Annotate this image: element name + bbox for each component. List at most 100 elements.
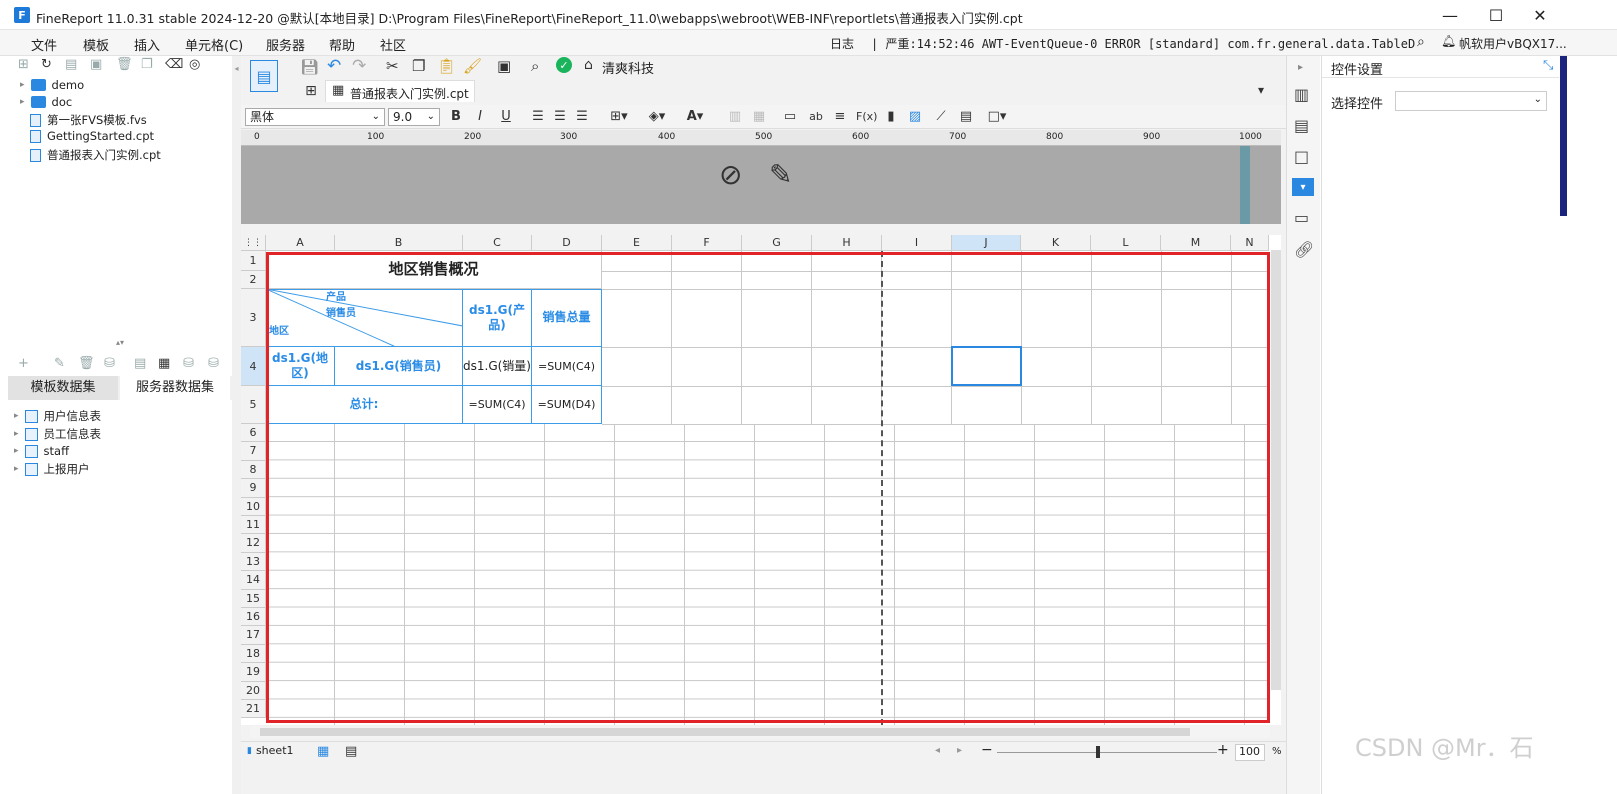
edit-header-icon[interactable]: ✎ (769, 158, 792, 191)
tab-menu-icon[interactable]: ▾ (1258, 83, 1264, 97)
column-header[interactable]: J (952, 235, 1021, 251)
cut-icon[interactable]: ✂ (386, 57, 399, 75)
close-button[interactable]: ✕ (1517, 0, 1563, 30)
add-dataset-icon[interactable]: + (18, 356, 32, 371)
hyperlink-icon[interactable]: 🔗︎ (1294, 240, 1314, 259)
row-header[interactable]: 6 (241, 424, 266, 443)
preview-icon[interactable]: ▣ (497, 57, 511, 75)
menu-community[interactable]: 社区 (380, 35, 406, 54)
maximize-button[interactable]: ☐ (1473, 0, 1519, 30)
edit-dataset-icon[interactable]: ✎ (54, 356, 68, 371)
row-header[interactable]: 4 (241, 347, 266, 386)
brand-icon[interactable]: ⌂ (584, 57, 593, 73)
column-header[interactable]: A (266, 235, 335, 251)
delete-dataset-icon[interactable]: 🗑︎ (78, 356, 95, 371)
refresh-icon[interactable]: ↻ (41, 57, 55, 72)
row-header[interactable]: 17 (241, 626, 266, 645)
row-header[interactable]: 9 (241, 479, 266, 498)
row-header[interactable]: 21 (241, 700, 266, 719)
row-header[interactable]: 10 (241, 497, 266, 516)
column-header[interactable]: F (672, 235, 742, 251)
select-widget-dropdown[interactable]: ⌄ (1395, 91, 1547, 111)
tree-item-report[interactable]: 普通报表入门实例.cpt (30, 147, 161, 163)
align-right-icon[interactable]: ☰ (574, 108, 590, 126)
insert-slash-icon[interactable]: ⟋ (933, 108, 949, 126)
copy-icon[interactable]: ❐ (141, 57, 155, 72)
dataset-item-staff[interactable]: ▸ staff (14, 444, 69, 458)
cell-element-icon[interactable]: ▥ (1294, 85, 1309, 104)
row-header[interactable]: 20 (241, 681, 266, 700)
menu-server[interactable]: 服务器 (266, 35, 305, 54)
insert-image-icon[interactable]: ▨ (907, 108, 923, 126)
user-name[interactable]: 帆软用户vBQX17... (1459, 35, 1567, 52)
row-header[interactable]: 13 (241, 552, 266, 572)
tree-item-fvs[interactable]: 第一张FVS模板.fvs (30, 112, 147, 128)
new-folder-icon[interactable]: ⊞ (18, 57, 32, 72)
dataset-item-report-users[interactable]: ▸ 上报用户 (14, 461, 90, 477)
select-all-corner[interactable]: ⋮⋮ (241, 235, 266, 251)
zoom-input[interactable]: 100 (1235, 744, 1265, 761)
database-icon[interactable]: ⛁ (104, 356, 118, 371)
zoom-in-button[interactable]: + (1217, 742, 1229, 758)
tree-item-demo[interactable]: ▸ demo (20, 78, 84, 92)
template-icon[interactable]: ▤ (250, 60, 278, 92)
copy-icon[interactable]: ❐ (412, 57, 425, 75)
horizontal-scrollbar[interactable] (250, 726, 1270, 738)
grid-icon[interactable]: ⊞ (300, 81, 322, 101)
next-page-icon[interactable]: ▸ (957, 745, 962, 756)
vertical-scrollbar[interactable] (1271, 250, 1281, 690)
column-header[interactable]: N (1231, 235, 1269, 251)
row-header[interactable]: 11 (241, 516, 266, 535)
border-icon[interactable]: ⊞▾ (605, 108, 633, 126)
expand-right-icon[interactable]: ▸ (1298, 62, 1303, 73)
save-icon[interactable]: 💾︎ (300, 58, 319, 76)
undo-icon[interactable]: ↶ (327, 56, 341, 76)
align-center-icon[interactable]: ☰ (552, 108, 568, 126)
delete-icon[interactable]: 🗑︎ (116, 57, 133, 72)
tree-item-doc[interactable]: ▸ doc (20, 95, 72, 109)
column-header[interactable]: B (335, 235, 463, 251)
menu-help[interactable]: 帮助 (329, 35, 355, 54)
dataset-item-users[interactable]: ▸ 用户信息表 (14, 408, 101, 424)
format-painter-icon[interactable]: 🖌︎ (463, 57, 482, 75)
locate-icon[interactable]: ◎ (189, 57, 203, 72)
column-header[interactable]: D (532, 235, 602, 251)
menu-insert[interactable]: 插入 (134, 35, 160, 54)
sheet-tab[interactable]: ▮ sheet1 (247, 744, 294, 757)
prev-page-icon[interactable]: ◂ (935, 745, 940, 756)
collapse-left-handle[interactable]: ◂ (232, 56, 241, 794)
hide-header-icon[interactable]: ⊘ (719, 158, 742, 191)
column-header[interactable]: G (742, 235, 812, 251)
row-header[interactable]: 8 (241, 460, 266, 480)
paste-icon[interactable]: 📋︎ (437, 57, 456, 75)
server-dataset-icon[interactable]: ⛁ (183, 356, 197, 371)
row-header[interactable]: 15 (241, 589, 266, 608)
zoom-slider-thumb[interactable] (1096, 746, 1100, 758)
font-color-icon[interactable]: A▾ (681, 108, 709, 126)
unmerge-icon[interactable]: ▦ (751, 108, 767, 126)
column-header[interactable]: E (602, 235, 672, 251)
column-header[interactable]: I (882, 235, 952, 251)
row-header[interactable]: 18 (241, 644, 266, 664)
add-poly-sheet-icon[interactable]: ▤ (345, 744, 357, 759)
fill-color-icon[interactable]: ◈▾ (643, 108, 671, 126)
row-header[interactable]: 16 (241, 608, 266, 627)
dataset-grid-icon[interactable]: ▦ (158, 356, 172, 371)
bold-button[interactable]: B (448, 108, 464, 126)
merge-icon[interactable]: ▥ (727, 108, 743, 126)
menu-cell[interactable]: 单元格(C) (185, 35, 243, 54)
check-icon[interactable]: ✓ (556, 57, 572, 73)
cell-border-icon[interactable]: □▾ (983, 108, 1011, 126)
tab-server-datasets[interactable]: 服务器数据集 (120, 376, 230, 400)
zoom-slider[interactable] (997, 752, 1217, 753)
search-replace-icon[interactable]: ⌕ (531, 57, 539, 75)
column-header[interactable]: M (1161, 235, 1231, 251)
zoom-out-button[interactable]: − (981, 742, 993, 758)
widget-settings-icon[interactable]: ▾ (1292, 178, 1314, 196)
column-header[interactable]: H (812, 235, 882, 251)
insert-subreport-icon[interactable]: ▤ (958, 108, 974, 126)
insert-ab-icon[interactable]: ab (807, 108, 825, 126)
report-tab[interactable]: ▦ 普通报表入门实例.cpt (325, 80, 475, 102)
dock-icon[interactable]: ⤡ (1543, 58, 1553, 73)
insert-text-icon[interactable]: ▭ (782, 108, 798, 126)
